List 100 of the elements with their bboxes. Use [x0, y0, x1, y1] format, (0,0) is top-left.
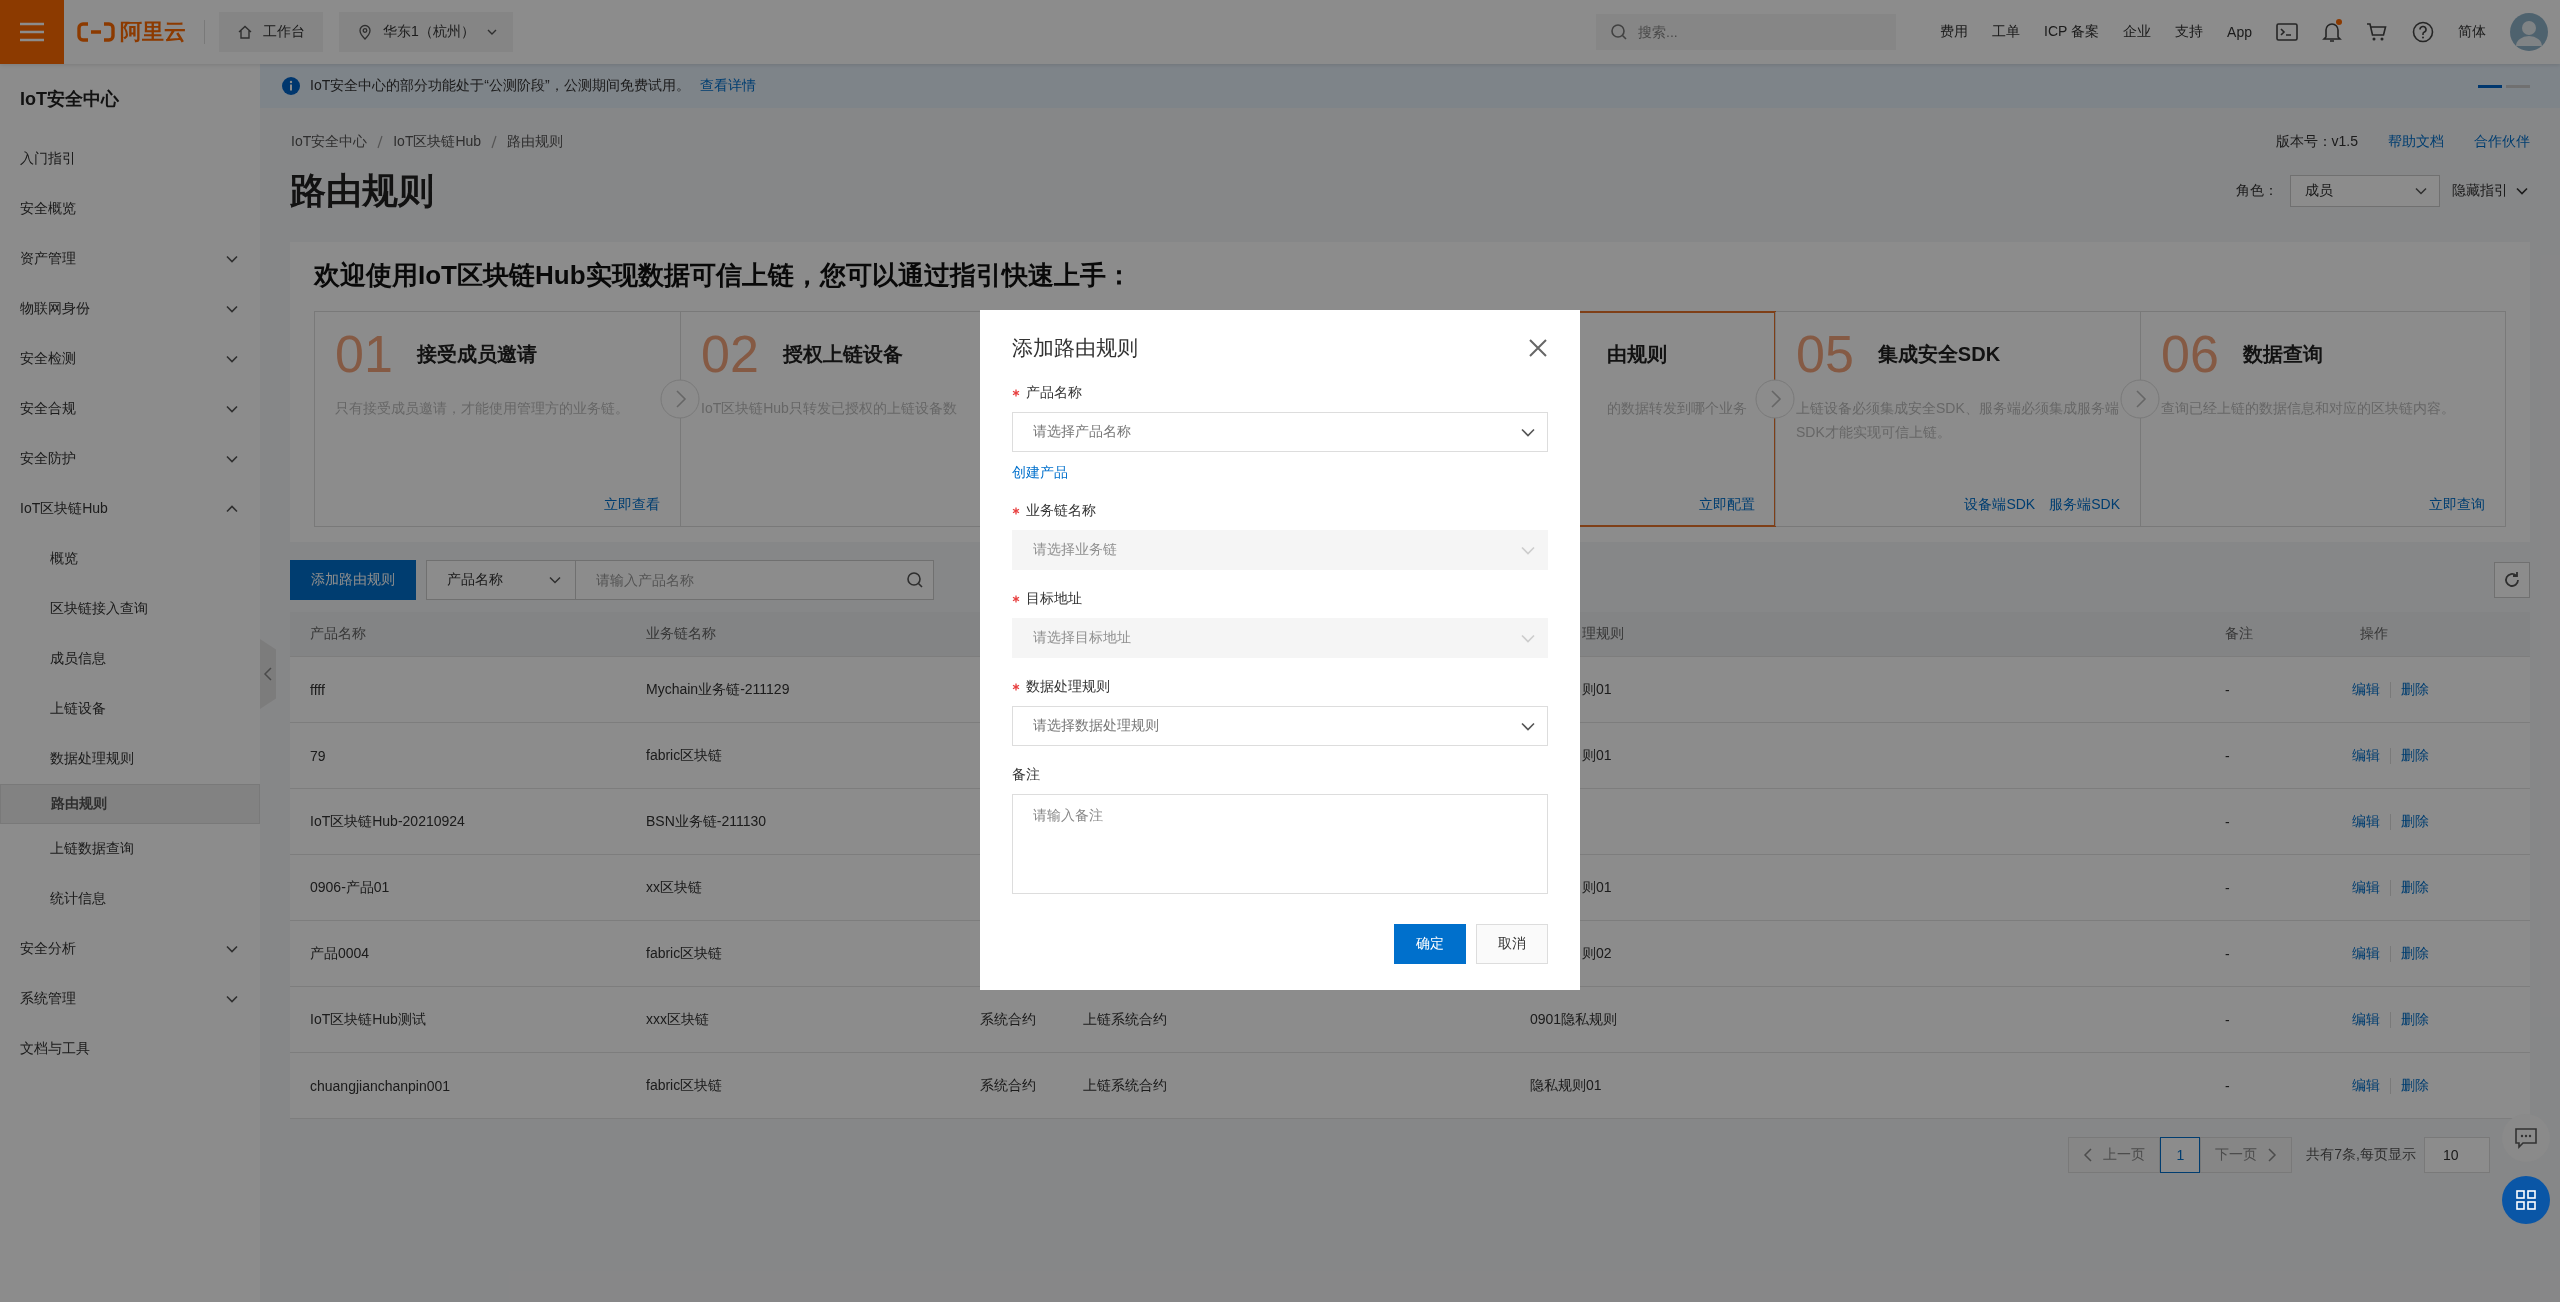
breadcrumb-link[interactable]: IoT区块链Hub [393, 133, 482, 151]
confirm-button[interactable]: 确定 [1394, 924, 1466, 964]
table-cell: 上链系统合约 [1083, 1076, 1167, 1095]
table-cell: chuangjianchanpin001 [310, 1077, 451, 1094]
row-action-link[interactable]: 删除 [2401, 746, 2429, 765]
step-link[interactable]: 立即配置 [1699, 496, 1755, 514]
remark-field[interactable]: 请输入备注 [1012, 794, 1548, 894]
header-link[interactable]: 帮助文档 [2388, 133, 2444, 151]
row-action-link[interactable]: 编辑 [2352, 812, 2380, 831]
bell-icon[interactable] [2322, 21, 2342, 43]
cart-icon[interactable] [2366, 22, 2388, 42]
sidebar-subitem[interactable]: 路由规则 [0, 784, 260, 824]
role-label: 角色： [2236, 182, 2278, 200]
sidebar-item[interactable]: 安全概览 [0, 184, 260, 234]
apps-button[interactable] [2502, 1176, 2550, 1224]
sidebar-item[interactable]: 安全防护 [0, 434, 260, 484]
breadcrumb-link[interactable]: 路由规则 [507, 133, 564, 151]
search-icon [906, 571, 924, 589]
sidebar-item[interactable]: 入门指引 [0, 134, 260, 184]
step-link[interactable]: 立即查看 [604, 496, 660, 514]
row-action-link[interactable]: 编辑 [2352, 746, 2380, 765]
pagination-total: 共有7条,每页显示 [2306, 1146, 2416, 1164]
table-cell: 上链系统合约 [1083, 1010, 1167, 1029]
step-title: 集成安全SDK [1877, 341, 2001, 367]
row-action-link[interactable]: 删除 [2401, 878, 2429, 897]
workbench-button[interactable]: 工作台 [219, 12, 323, 52]
sidebar-subitem[interactable]: 成员信息 [0, 634, 260, 684]
row-action-link[interactable]: 删除 [2401, 680, 2429, 699]
row-action-link[interactable]: 删除 [2401, 812, 2429, 831]
header-link[interactable]: 合作伙伴 [2474, 133, 2530, 151]
top-nav-link[interactable]: 支持 [2175, 23, 2204, 41]
row-action-link[interactable]: 编辑 [2352, 1076, 2380, 1095]
top-nav-link[interactable]: ICP 备案 [2044, 23, 2100, 41]
chevron-left-icon [263, 666, 273, 682]
sidebar-subitem[interactable]: 上链数据查询 [0, 824, 260, 874]
add-rule-button[interactable]: 添加路由规则 [290, 560, 416, 600]
table-cell: - [2225, 681, 2230, 698]
table-cell: - [2225, 879, 2230, 896]
table-cell: 隐私规则01 [1530, 1076, 1602, 1095]
row-action-link[interactable]: 编辑 [2352, 1010, 2380, 1029]
refresh-button[interactable] [2494, 562, 2530, 598]
row-action-link[interactable]: 编辑 [2352, 680, 2380, 699]
column-header: 理规则 [1582, 625, 1624, 643]
step-link[interactable]: 服务端SDK [2049, 496, 2120, 514]
sidebar-item[interactable]: 资产管理 [0, 234, 260, 284]
sidebar-item[interactable]: 系统管理 [0, 974, 260, 1024]
field-label: 业务链名称 [1026, 502, 1096, 520]
logo-icon [76, 21, 116, 43]
cancel-button[interactable]: 取消 [1476, 924, 1548, 964]
table-cell: IoT区块链Hub-20210924 [310, 812, 465, 831]
info-icon [282, 77, 300, 95]
terminal-icon[interactable] [2276, 22, 2298, 42]
row-action-link[interactable]: 删除 [2401, 944, 2429, 963]
step-link[interactable]: 设备端SDK [1964, 496, 2036, 514]
help-icon[interactable] [2412, 21, 2434, 43]
hide-guide-toggle[interactable]: 隐藏指引 [2452, 182, 2530, 200]
filter-select[interactable]: 产品名称 [426, 560, 576, 600]
row-action-link[interactable]: 删除 [2401, 1010, 2429, 1029]
sidebar-item[interactable]: 物联网身份 [0, 284, 260, 334]
sidebar-subitem[interactable]: 区块链接入查询 [0, 584, 260, 634]
sidebar-item[interactable]: 安全合规 [0, 384, 260, 434]
details-link[interactable]: 查看详情 [699, 77, 756, 95]
language-menu[interactable]: 简体 [2458, 23, 2486, 41]
create-product-link[interactable]: 创建产品 [1012, 464, 1068, 482]
carousel-indicator[interactable] [2478, 84, 2502, 88]
select-field[interactable]: 请选择产品名称 [1012, 412, 1548, 452]
sidebar-subitem[interactable]: 统计信息 [0, 874, 260, 924]
table-cell: 0901隐私规则 [1530, 1010, 1618, 1029]
table-cell: 则01 [1582, 680, 1612, 699]
row-action-link[interactable]: 编辑 [2352, 944, 2380, 963]
table-cell: 则02 [1582, 944, 1612, 963]
search-field[interactable]: 搜索... [1596, 14, 1897, 50]
sidebar-subitem[interactable]: 上链设备 [0, 684, 260, 734]
table-cell: 79 [310, 747, 326, 764]
select-field[interactable]: 请选择数据处理规则 [1012, 706, 1548, 746]
region-select[interactable]: 华东1（杭州） [339, 12, 513, 52]
top-nav-link[interactable]: 费用 [1940, 23, 1969, 41]
sidebar-item[interactable]: IoT区块链Hub [0, 484, 260, 534]
sidebar-item[interactable]: 安全检测 [0, 334, 260, 384]
top-nav-link[interactable]: App [2227, 24, 2252, 40]
step-title: 数据查询 [2242, 341, 2323, 367]
sidebar-subitem[interactable]: 数据处理规则 [0, 734, 260, 784]
table-cell: 系统合约 [980, 1010, 1036, 1029]
top-nav-link[interactable]: 企业 [2123, 23, 2152, 41]
column-header: 操作 [2360, 625, 2388, 643]
breadcrumb-link[interactable]: IoT安全中心 [291, 133, 368, 151]
menu-button[interactable] [0, 0, 64, 64]
sidebar-subitem[interactable]: 概览 [0, 534, 260, 584]
step-link[interactable]: 立即查询 [2429, 496, 2485, 514]
top-nav-link[interactable]: 工单 [1992, 23, 2021, 41]
page-button[interactable]: 1 [2160, 1137, 2201, 1173]
sidebar-item[interactable]: 安全分析 [0, 924, 260, 974]
table-cell: - [2225, 945, 2230, 962]
row-action-link[interactable]: 删除 [2401, 1076, 2429, 1095]
row-action-link[interactable]: 编辑 [2352, 878, 2380, 897]
role-select[interactable]: 成员 [2290, 175, 2440, 207]
close-icon[interactable] [1528, 338, 1548, 358]
page-size-select[interactable]: 10 [2424, 1137, 2490, 1173]
table-cell: fabric区块链 [646, 1076, 723, 1095]
sidebar-item[interactable]: 文档与工具 [0, 1024, 260, 1074]
